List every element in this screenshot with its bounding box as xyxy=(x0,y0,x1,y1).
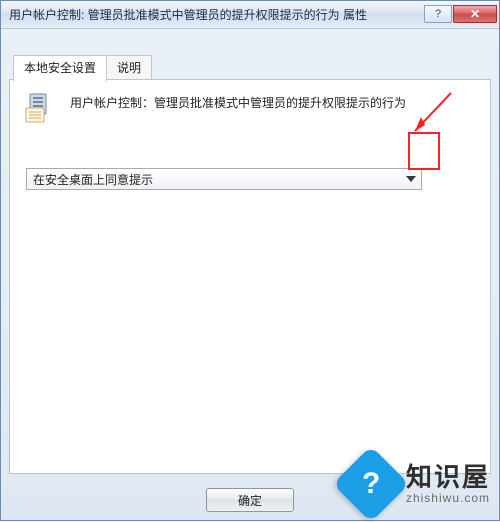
elevation-prompt-dropdown[interactable]: 在安全桌面上同意提示 xyxy=(26,168,422,190)
watermark: ? 知识屋 zhishiwu.com xyxy=(344,457,490,511)
close-icon: ✕ xyxy=(470,7,480,21)
ok-button-label: 确定 xyxy=(238,492,262,509)
tabs-container: 本地安全设置 说明 用户帐户控制：管理员批准模式 xyxy=(9,55,491,470)
tab-explain[interactable]: 说明 xyxy=(106,55,152,80)
titlebar-buttons: ? ✕ xyxy=(423,5,497,25)
chevron-down-icon xyxy=(401,169,421,189)
tab-local-security[interactable]: 本地安全设置 xyxy=(13,55,107,81)
dialog-window: 用户帐户控制: 管理员批准模式中管理员的提升权限提示的行为 属性 ? ✕ 本地安… xyxy=(0,0,500,521)
watermark-text: 知识屋 zhishiwu.com xyxy=(406,463,490,505)
help-button[interactable]: ? xyxy=(424,5,452,23)
watermark-url: zhishiwu.com xyxy=(406,492,490,505)
watermark-brand: 知识屋 xyxy=(406,463,490,492)
policy-header: 用户帐户控制：管理员批准模式中管理员的提升权限提示的行为 xyxy=(24,92,476,128)
dropdown-selected-text: 在安全桌面上同意提示 xyxy=(33,171,153,188)
titlebar[interactable]: 用户帐户控制: 管理员批准模式中管理员的提升权限提示的行为 属性 ? ✕ xyxy=(1,1,499,29)
ok-button[interactable]: 确定 xyxy=(206,488,294,512)
tab-row: 本地安全设置 说明 xyxy=(9,55,491,80)
help-icon: ? xyxy=(435,8,441,20)
policy-description: 用户帐户控制：管理员批准模式中管理员的提升权限提示的行为 xyxy=(70,92,406,112)
policy-icon xyxy=(24,92,60,128)
window-title: 用户帐户控制: 管理员批准模式中管理员的提升权限提示的行为 属性 xyxy=(9,6,423,23)
watermark-badge-icon: ? xyxy=(333,446,409,522)
tab-panel: 用户帐户控制：管理员批准模式中管理员的提升权限提示的行为 在安全桌面上同意提示 xyxy=(9,79,491,474)
close-button[interactable]: ✕ xyxy=(453,5,497,23)
